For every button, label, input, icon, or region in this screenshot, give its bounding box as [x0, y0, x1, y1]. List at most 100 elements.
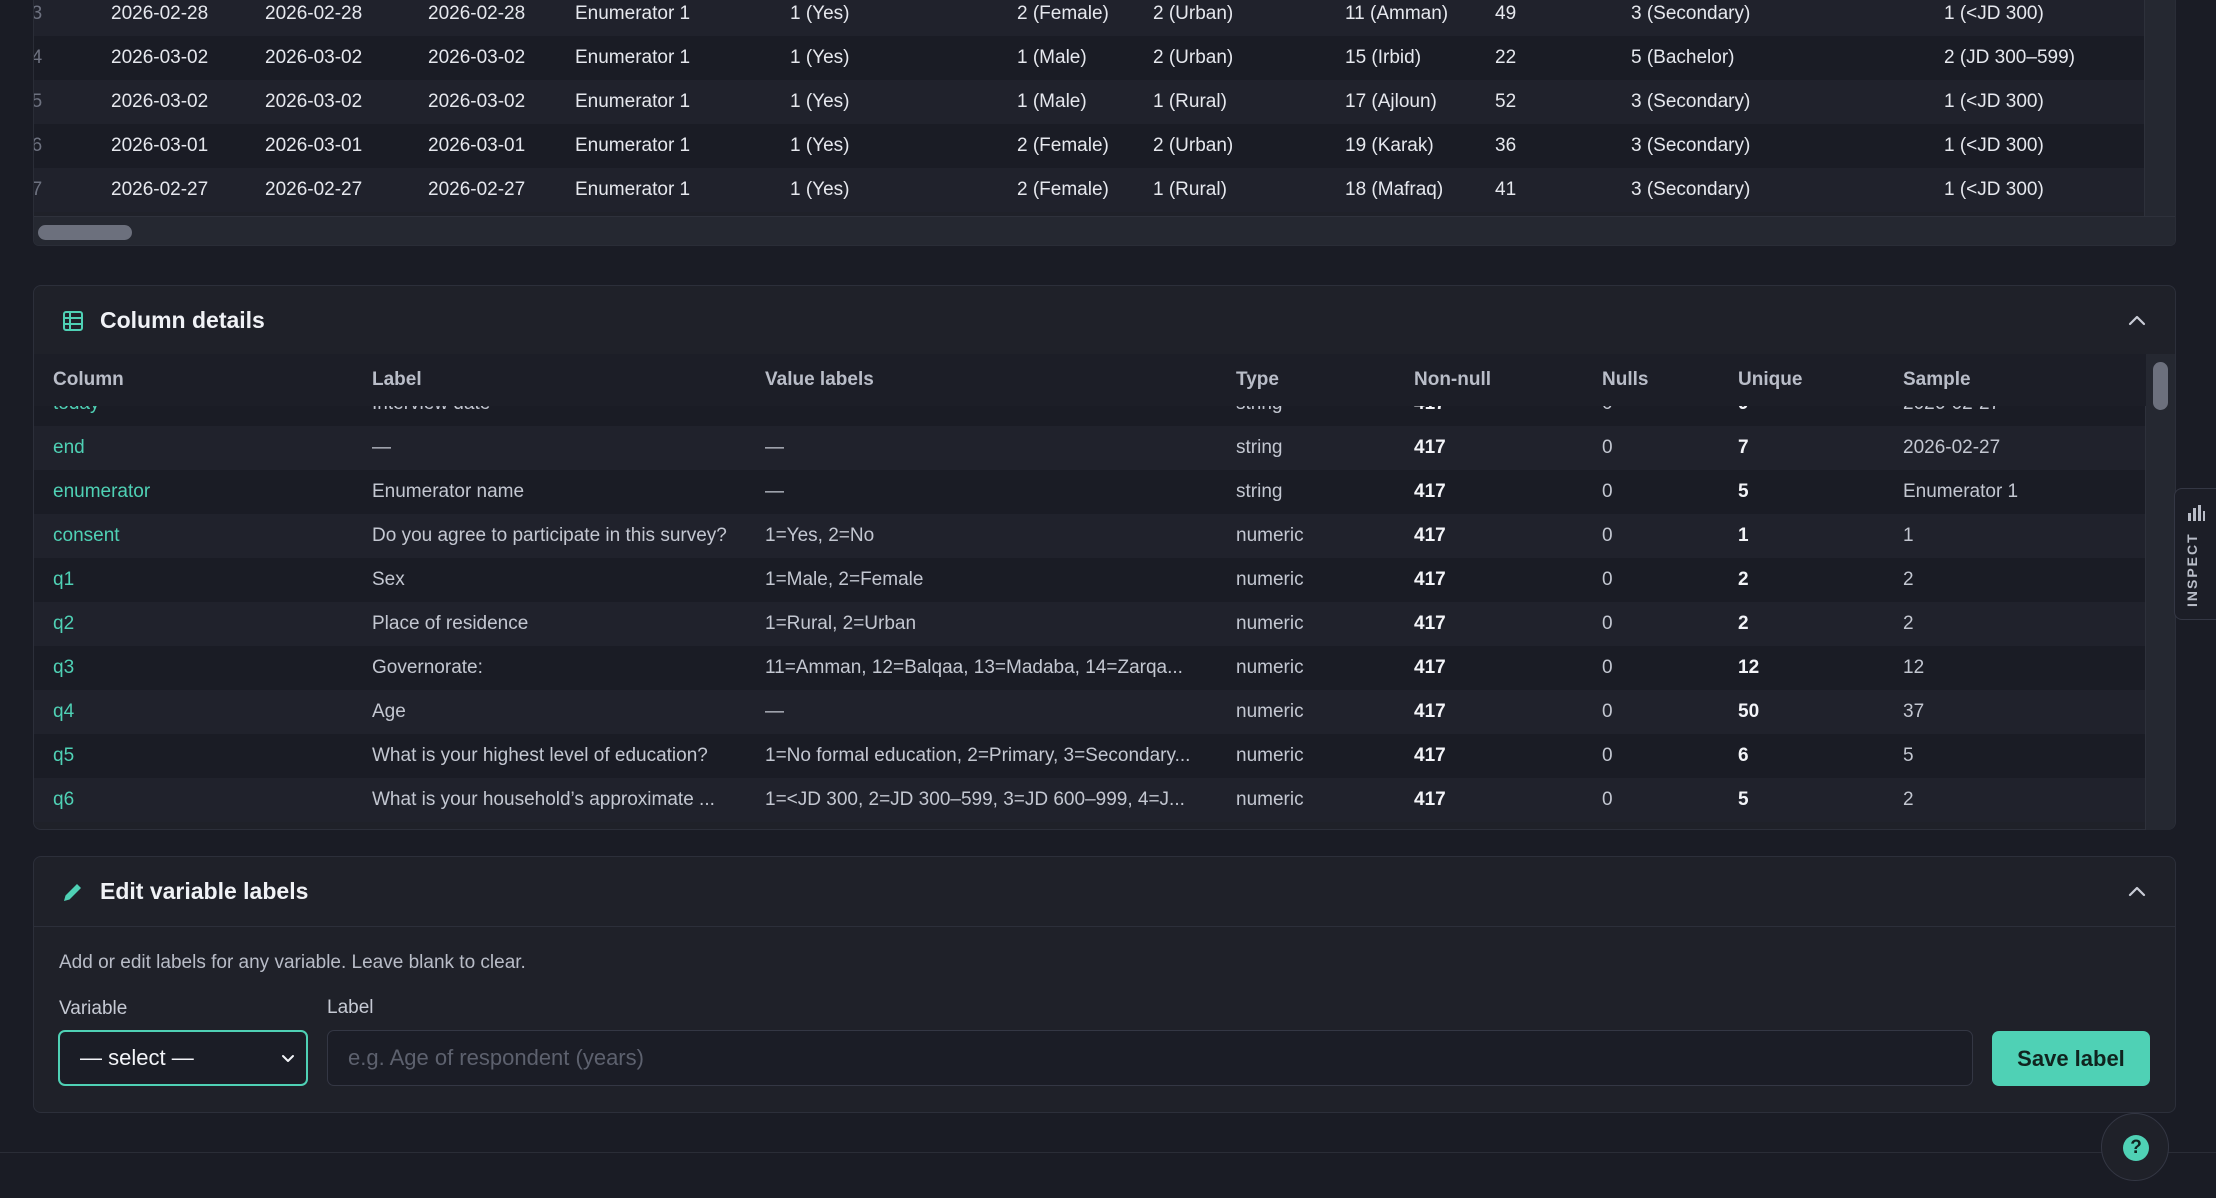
column-unique: 12	[1738, 657, 1760, 678]
column-details-scrollbar-thumb[interactable]	[2153, 362, 2168, 410]
column-label: Place of residence	[372, 613, 529, 634]
column-nulls: 0	[1602, 569, 1613, 590]
column-name[interactable]: q5	[53, 734, 74, 778]
column-unique: 50	[1738, 701, 1760, 722]
preview-date: 2026-02-27	[428, 179, 526, 200]
save-label-button[interactable]: Save label	[1992, 1031, 2150, 1086]
table-row[interactable]: q4 Age — numeric 417 0 50 37	[34, 690, 2146, 734]
help-button[interactable]: ?	[2101, 1113, 2169, 1181]
preview-date: 2026-02-28	[111, 3, 209, 24]
column-unique: 2	[1738, 569, 1749, 590]
divider	[34, 926, 2175, 927]
header-non-null[interactable]: Non-null	[1414, 354, 1491, 406]
preview-education: 5 (Bachelor)	[1631, 47, 1735, 68]
table-row[interactable]: q3 Governorate: 11=Amman, 12=Balqaa, 13=Ma…	[34, 646, 2146, 690]
column-value-labels: 1=No formal education, 2=Primary, 3=Seco…	[765, 745, 1191, 766]
column-details-scrollbar[interactable]	[2145, 354, 2175, 830]
inspect-tab[interactable]: INSPECT	[2174, 488, 2216, 620]
column-name[interactable]: q6	[53, 778, 74, 822]
bar-chart-icon	[2188, 505, 2205, 521]
column-name[interactable]: q3	[53, 646, 74, 690]
table-row[interactable]: q1 Sex 1=Male, 2=Female numeric 417 0 2 2	[34, 558, 2146, 602]
horizontal-scrollbar-thumb[interactable]	[38, 225, 132, 240]
column-sample: 5	[1903, 745, 1914, 766]
column-value-labels: 1=<JD 300, 2=JD 300–599, 3=JD 600–999, 4…	[765, 789, 1185, 810]
column-nulls: 0	[1602, 481, 1613, 502]
preview-date: 2026-03-02	[428, 91, 526, 112]
preview-index: 24	[34, 36, 42, 80]
column-nulls: 0	[1602, 525, 1613, 546]
table-row[interactable]: 25 2026-03-02 2026-03-02 2026-03-02 Enumerat…	[34, 80, 2146, 124]
column-details-header[interactable]: Column details	[34, 286, 2175, 354]
column-name[interactable]: q4	[53, 690, 74, 734]
column-name[interactable]: end	[53, 426, 85, 470]
column-type: numeric	[1236, 657, 1304, 678]
table-row[interactable]: enumerator Enumerator name — string 417 0 5 Enu…	[34, 470, 2146, 514]
chevron-up-icon[interactable]	[2125, 309, 2149, 333]
preview-date: 2026-02-27	[111, 179, 209, 200]
column-label: What is your household’s approximate ...	[372, 789, 715, 810]
preview-governorate: 11 (Amman)	[1345, 3, 1449, 24]
column-name[interactable]: consent	[53, 514, 120, 558]
edit-labels-title: Edit variable labels	[100, 878, 309, 904]
table-row[interactable]: 26 2026-03-01 2026-03-01 2026-03-01 Enumerat…	[34, 124, 2146, 168]
column-non-null: 417	[1414, 701, 1446, 722]
header-nulls[interactable]: Nulls	[1602, 354, 1648, 406]
header-label[interactable]: Label	[372, 354, 422, 406]
chevron-up-icon[interactable]	[2125, 880, 2149, 904]
divider	[0, 1152, 2216, 1153]
preview-governorate: 19 (Karak)	[1345, 135, 1434, 156]
preview-date: 2026-03-01	[265, 135, 363, 156]
column-non-null: 417	[1414, 789, 1446, 810]
header-unique[interactable]: Unique	[1738, 354, 1802, 406]
edit-labels-help: Add or edit labels for any variable. Lea…	[59, 952, 526, 973]
column-name[interactable]: enumerator	[53, 470, 150, 514]
edit-labels-header[interactable]: Edit variable labels	[34, 857, 2175, 925]
table-row[interactable]: consent Do you agree to participate in th…	[34, 514, 2146, 558]
preview-age: 49	[1495, 3, 1517, 24]
preview-date: 2026-03-02	[111, 91, 209, 112]
column-sample: Enumerator 1	[1903, 481, 2019, 502]
chevron-down-icon	[282, 1055, 294, 1062]
preview-education: 3 (Secondary)	[1631, 3, 1751, 24]
column-unique: 1	[1738, 525, 1749, 546]
table-row[interactable]: q6 What is your household’s approximate .…	[34, 778, 2146, 822]
variable-field-label: Variable	[59, 998, 128, 1019]
preview-age: 52	[1495, 91, 1517, 112]
label-input[interactable]	[327, 1030, 1973, 1086]
preview-date: 2026-03-01	[111, 135, 209, 156]
preview-sex: 1 (Male)	[1017, 91, 1087, 112]
header-type[interactable]: Type	[1236, 354, 1279, 406]
horizontal-scrollbar[interactable]	[34, 216, 2175, 245]
preview-index: 23	[34, 0, 42, 36]
header-value-labels[interactable]: Value labels	[765, 354, 874, 406]
data-preview-table[interactable]: 23 2026-02-28 2026-02-28 2026-02-28 Enumerat…	[33, 0, 2176, 246]
preview-residence: 2 (Urban)	[1153, 135, 1234, 156]
column-value-labels: 1=Rural, 2=Urban	[765, 613, 917, 634]
column-sample: 1	[1903, 525, 1914, 546]
preview-consent: 1 (Yes)	[790, 3, 850, 24]
preview-date: 2026-02-27	[265, 179, 363, 200]
preview-income: 2 (JD 300–599)	[1944, 47, 2075, 68]
variable-select[interactable]: — select —	[58, 1030, 308, 1086]
preview-governorate: 18 (Mafraq)	[1345, 179, 1444, 200]
table-row[interactable]: 27 2026-02-27 2026-02-27 2026-02-27 Enumerat…	[34, 168, 2146, 212]
table-row[interactable]: 23 2026-02-28 2026-02-28 2026-02-28 Enumerat…	[34, 0, 2146, 36]
table-row[interactable]: q5 What is your highest level of educatio…	[34, 734, 2146, 778]
data-preview-rows: 23 2026-02-28 2026-02-28 2026-02-28 Enumerat…	[34, 0, 2146, 216]
header-sample[interactable]: Sample	[1903, 354, 1971, 406]
column-name[interactable]: q2	[53, 602, 74, 646]
header-column[interactable]: Column	[53, 354, 124, 406]
table-row[interactable]: q2 Place of residence 1=Rural, 2=Urban nume…	[34, 602, 2146, 646]
table-row[interactable]: 24 2026-03-02 2026-03-02 2026-03-02 Enumerat…	[34, 36, 2146, 80]
column-value-labels: 11=Amman, 12=Balqaa, 13=Madaba, 14=Zarqa…	[765, 657, 1183, 678]
table-row[interactable]: end — — string 417 0 7 2026-02-27	[34, 426, 2146, 470]
preview-income: 1 (<JD 300)	[1944, 135, 2044, 156]
preview-date: 2026-03-02	[265, 91, 363, 112]
column-type: string	[1236, 437, 1283, 458]
vertical-scrollbar[interactable]	[2144, 0, 2175, 216]
column-name[interactable]: q1	[53, 558, 74, 602]
page: 23 2026-02-28 2026-02-28 2026-02-28 Enumerat…	[0, 0, 2216, 1198]
preview-governorate: 17 (Ajloun)	[1345, 91, 1437, 112]
preview-sex: 1 (Male)	[1017, 47, 1087, 68]
